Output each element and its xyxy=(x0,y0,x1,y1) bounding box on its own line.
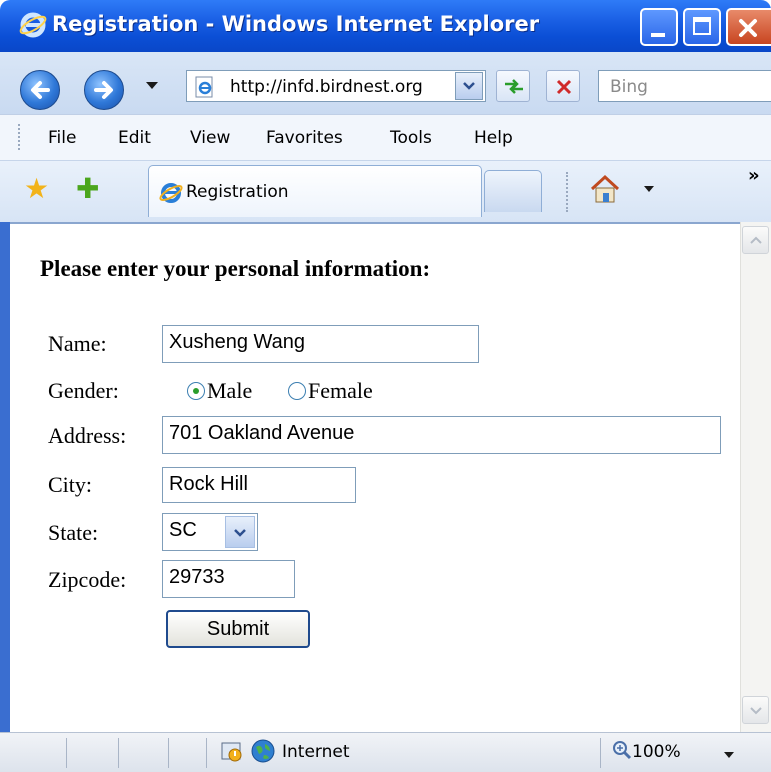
gender-label: Gender: xyxy=(48,378,119,403)
close-icon xyxy=(739,19,757,37)
home-icon[interactable] xyxy=(588,172,622,206)
ie-logo-icon xyxy=(159,183,183,203)
status-separator xyxy=(206,738,207,768)
address-label: Address: xyxy=(48,423,127,448)
vertical-scrollbar[interactable] xyxy=(740,222,771,732)
state-dropdown-button[interactable] xyxy=(225,516,255,548)
recent-pages-dropdown-icon[interactable] xyxy=(146,82,158,89)
menu-favorites[interactable]: Favorites xyxy=(266,128,343,148)
page-content xyxy=(10,222,740,732)
close-button[interactable] xyxy=(726,8,771,46)
menu-help[interactable]: Help xyxy=(474,128,513,148)
menu-edit[interactable]: Edit xyxy=(118,128,151,148)
window-left-border xyxy=(0,222,10,732)
forward-button[interactable] xyxy=(84,70,124,110)
toolbar-separator xyxy=(566,172,570,212)
protected-mode-icon[interactable] xyxy=(220,740,244,764)
more-tools-chevron-icon[interactable]: » xyxy=(748,165,760,186)
maximize-icon xyxy=(693,17,711,35)
stop-icon xyxy=(556,79,572,95)
browser-window: Registration - Windows Internet Explorer… xyxy=(0,0,771,772)
address-text: http://infd.birdnest.org xyxy=(230,77,423,97)
favorites-star-icon[interactable]: ★ xyxy=(24,172,49,205)
window-title: Registration - Windows Internet Explorer xyxy=(52,12,540,36)
refresh-button[interactable] xyxy=(496,70,530,102)
status-separator xyxy=(118,738,119,768)
back-arrow-icon xyxy=(31,81,50,99)
menu-bar xyxy=(0,114,771,161)
zoom-dropdown-icon[interactable] xyxy=(724,752,734,758)
scroll-down-button[interactable] xyxy=(742,696,769,724)
address-dropdown-button[interactable] xyxy=(455,72,483,100)
submit-button[interactable]: Submit xyxy=(166,610,310,648)
back-button[interactable] xyxy=(20,70,60,110)
radio-selected-dot xyxy=(193,388,199,394)
city-label: City: xyxy=(48,472,93,497)
tab-title: Registration xyxy=(186,182,289,202)
name-field[interactable]: Xusheng Wang xyxy=(162,325,479,363)
status-separator xyxy=(66,738,67,768)
home-dropdown-icon[interactable] xyxy=(644,186,654,192)
state-label: State: xyxy=(48,520,99,545)
scroll-up-button[interactable] xyxy=(742,226,769,254)
ie-logo-icon xyxy=(19,12,47,38)
chevron-down-icon xyxy=(750,707,762,715)
chevron-down-icon xyxy=(463,82,475,90)
search-placeholder: Bing xyxy=(610,77,648,97)
security-zone-label: Internet xyxy=(282,742,350,762)
gender-female-label: Female xyxy=(308,378,373,403)
new-tab-button[interactable] xyxy=(484,170,542,212)
chevron-down-icon xyxy=(234,529,246,537)
chevron-up-icon xyxy=(750,236,762,244)
minimize-button[interactable] xyxy=(640,8,678,46)
menu-tools[interactable]: Tools xyxy=(390,128,432,148)
menu-file[interactable]: File xyxy=(48,128,76,148)
maximize-button[interactable] xyxy=(683,8,721,46)
globe-icon xyxy=(251,739,275,763)
gender-male-label: Male xyxy=(207,378,253,403)
add-favorites-icon[interactable]: ✚ xyxy=(76,172,99,205)
minimize-icon xyxy=(651,33,665,37)
zipcode-field[interactable]: 29733 xyxy=(162,560,295,598)
city-field[interactable]: Rock Hill xyxy=(162,467,356,503)
menubar-grip xyxy=(18,124,22,150)
form-heading: Please enter your personal information: xyxy=(40,256,431,281)
zipcode-label: Zipcode: xyxy=(48,567,127,592)
gender-female-radio[interactable] xyxy=(288,382,306,400)
name-label: Name: xyxy=(48,331,107,356)
stop-button[interactable] xyxy=(546,70,580,102)
menu-view[interactable]: View xyxy=(190,128,230,148)
forward-arrow-icon xyxy=(94,81,113,99)
magnifier-icon[interactable] xyxy=(612,740,632,760)
zoom-level[interactable]: 100% xyxy=(632,742,681,762)
status-separator xyxy=(600,738,601,768)
page-icon xyxy=(195,76,213,98)
refresh-icon xyxy=(505,79,523,94)
address-field[interactable]: 701 Oakland Avenue xyxy=(162,416,721,454)
status-separator xyxy=(168,738,169,768)
